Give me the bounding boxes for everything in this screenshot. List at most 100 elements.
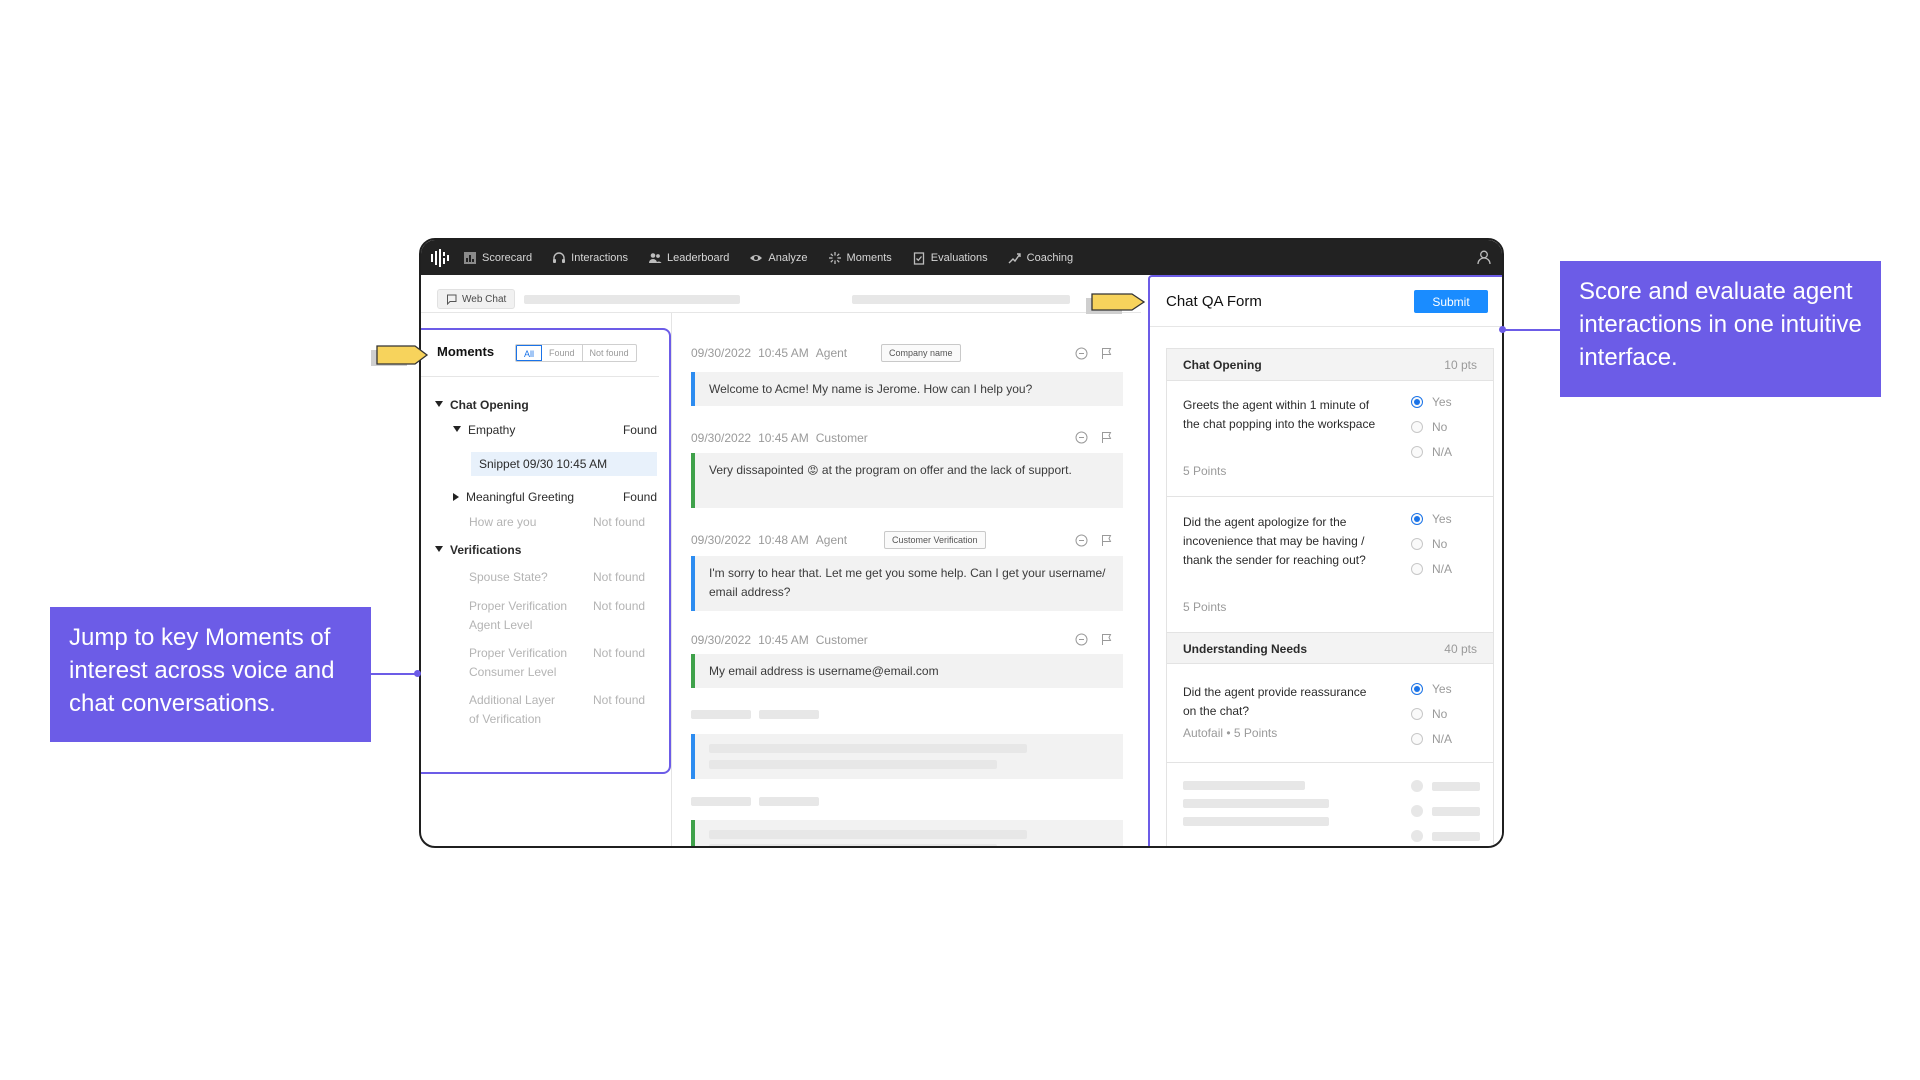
tree-item-label: Spouse State?: [469, 570, 548, 584]
radio-button[interactable]: [1411, 683, 1423, 695]
minus-circle-icon[interactable]: [1075, 534, 1088, 547]
nav-item-scorecard[interactable]: Scorecard: [463, 251, 532, 265]
tree-item-label: Meaningful Greeting: [466, 490, 575, 504]
nav-item-leaderboard[interactable]: Leaderboard: [648, 251, 729, 265]
radio-option-yes[interactable]: Yes: [1411, 512, 1452, 526]
loading-placeholder: [1183, 799, 1329, 808]
message-tag[interactable]: Customer Verification: [884, 531, 986, 549]
filter-all[interactable]: All: [516, 345, 543, 361]
nav-item-interactions[interactable]: Interactions: [552, 251, 628, 265]
message-time: 10:45 AM: [758, 633, 809, 647]
radio-label: Yes: [1432, 395, 1452, 409]
tree-item-how-are-you[interactable]: How are you Not found: [469, 515, 657, 529]
message-actions: [1075, 347, 1113, 360]
chat-bubble-icon: [447, 294, 457, 305]
message-time: 10:48 AM: [758, 533, 809, 547]
tree-item-spouse-state[interactable]: Spouse State? Not found: [469, 570, 657, 584]
channel-tag[interactable]: Web Chat: [437, 289, 516, 309]
minus-circle-icon[interactable]: [1075, 633, 1088, 646]
qa-section-header[interactable]: Chat Opening 10 pts: [1167, 349, 1493, 381]
bar-chart-icon: [464, 251, 476, 264]
nav-item-moments[interactable]: Moments: [828, 251, 892, 265]
nav-item-analyze[interactable]: Analyze: [749, 251, 808, 265]
question-text: Greets the agent within 1 minute of the …: [1183, 398, 1376, 431]
minus-circle-icon[interactable]: [1075, 347, 1088, 360]
annotation-text: Score and evaluate agent interactions in…: [1579, 278, 1862, 371]
app-window: Scorecard Interactions Leaderboard Analy…: [419, 238, 1504, 848]
flag-icon[interactable]: [1100, 431, 1113, 444]
loading-placeholder: [1432, 807, 1480, 816]
message-role: Customer: [815, 633, 868, 647]
radio-label: Yes: [1432, 512, 1452, 526]
question-text: Did the agent provide reassurance on the…: [1183, 685, 1367, 718]
loading-placeholder: [1432, 832, 1480, 841]
radio-button[interactable]: [1411, 538, 1423, 550]
filter-found[interactable]: Found: [542, 345, 583, 361]
radio-option-na[interactable]: N/A: [1411, 732, 1452, 746]
flag-icon[interactable]: [1100, 633, 1113, 646]
moment-snippet[interactable]: Snippet 09/30 10:45 AM: [471, 452, 657, 476]
chat-message-placeholder: [691, 734, 1123, 779]
tree-item-additional-layer[interactable]: Additional Layer of Verification Not fou…: [469, 691, 657, 729]
radio-option-no[interactable]: No: [1411, 537, 1447, 551]
title-placeholder: [852, 295, 1070, 304]
caret-down-icon: [435, 546, 443, 552]
radio-option-no[interactable]: No: [1411, 420, 1447, 434]
nav-item-evaluations[interactable]: Evaluations: [912, 251, 988, 265]
radio-option-na[interactable]: N/A: [1411, 445, 1452, 459]
radio-button[interactable]: [1411, 708, 1423, 720]
nav-label: Scorecard: [482, 251, 533, 264]
message-text: Welcome to Acme! My name is Jerome. How …: [709, 382, 1033, 396]
radio-button[interactable]: [1411, 563, 1423, 575]
radio-button[interactable]: [1411, 421, 1423, 433]
message-meta: 09/30/2022 10:45 AM Customer: [691, 633, 875, 647]
submit-button[interactable]: Submit: [1414, 290, 1488, 313]
radio-button[interactable]: [1411, 396, 1423, 408]
question-divider: [1167, 762, 1493, 763]
radio-label: No: [1432, 537, 1448, 551]
tree-item-meaningful-greeting[interactable]: Meaningful Greeting Found: [453, 490, 657, 504]
message-tag[interactable]: Company name: [881, 344, 961, 362]
headset-icon: [553, 251, 566, 263]
loading-placeholder: [709, 830, 1027, 839]
radio-button[interactable]: [1411, 733, 1423, 745]
nav-label: Moments: [846, 251, 892, 264]
angry-emoji-icon: 😡: [807, 465, 819, 477]
tree-group-verifications[interactable]: Verifications: [435, 543, 521, 557]
section-name: Chat Opening: [1183, 358, 1262, 372]
main-nav: Scorecard Interactions Leaderboard Analy…: [463, 251, 1073, 265]
radio-button[interactable]: [1411, 513, 1423, 525]
flag-icon[interactable]: [1100, 534, 1113, 547]
tree-item-proper-verification-agent[interactable]: Proper Verification Agent Level Not foun…: [469, 597, 657, 635]
annotation-callout-left: Jump to key Moments of interest across v…: [50, 607, 371, 742]
minus-circle-icon[interactable]: [1075, 431, 1088, 444]
tree-item-proper-verification-consumer[interactable]: Proper Verification Consumer Level Not f…: [469, 644, 657, 682]
radio-option-na[interactable]: N/A: [1411, 562, 1452, 576]
annotation-dot: [414, 670, 421, 677]
radio-option-no[interactable]: No: [1411, 707, 1447, 721]
moment-status: Not found: [593, 570, 646, 584]
qa-form-card: Chat Opening 10 pts Greets the agent wit…: [1166, 348, 1494, 846]
message-date: 09/30/2022: [691, 533, 752, 547]
pointer-arrow-icon: [1086, 293, 1146, 314]
chat-message-agent: I'm sorry to hear that. Let me get you s…: [691, 556, 1123, 611]
filter-not-found[interactable]: Not found: [583, 345, 636, 361]
radio-option-yes[interactable]: Yes: [1411, 395, 1452, 409]
tree-item-empathy[interactable]: Empathy Found: [453, 423, 657, 437]
radio-option-yes[interactable]: Yes: [1411, 682, 1452, 696]
loading-placeholder: [709, 760, 997, 769]
message-date: 09/30/2022: [691, 346, 752, 360]
message-actions: [1075, 431, 1113, 444]
user-profile-icon[interactable]: [1476, 249, 1492, 265]
radio-label: N/A: [1432, 562, 1453, 576]
qa-section-header[interactable]: Understanding Needs 40 pts: [1167, 632, 1493, 664]
annotation-dot: [1499, 326, 1506, 333]
message-meta: 09/30/2022 10:48 AM Agent: [691, 533, 854, 547]
message-text: at the program on offer and the lack of …: [821, 463, 1072, 477]
radio-button[interactable]: [1411, 446, 1423, 458]
app-logo-icon[interactable]: [429, 247, 451, 269]
title-placeholder: [524, 295, 740, 304]
tree-group-chat-opening[interactable]: Chat Opening: [435, 398, 529, 412]
nav-item-coaching[interactable]: Coaching: [1008, 251, 1073, 265]
flag-icon[interactable]: [1100, 347, 1113, 360]
